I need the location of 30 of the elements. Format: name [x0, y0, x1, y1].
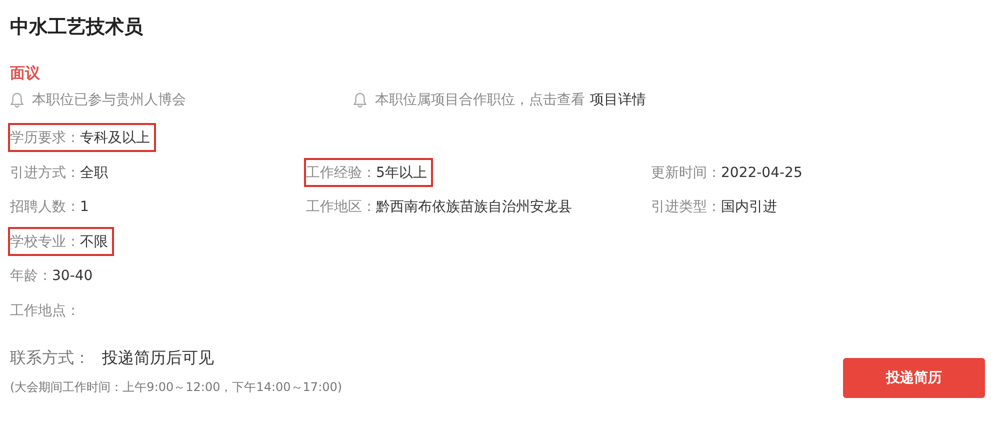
field-label: 工作地区：	[306, 198, 376, 216]
field-label: 更新时间：	[651, 164, 721, 182]
field-label: 引进类型：	[651, 198, 721, 216]
field-value: 2022-04-25	[721, 164, 802, 180]
field-value: 全职	[80, 164, 108, 182]
field-value: 黔西南布依族苗族自治州安龙县	[376, 198, 572, 216]
field-label: 学历要求：	[10, 129, 80, 147]
field-label: 工作地点：	[10, 302, 80, 320]
project-details-link[interactable]: 项目详情	[590, 91, 646, 109]
apply-button[interactable]: 投递简历	[843, 358, 985, 398]
field-value: 国内引进	[721, 198, 777, 216]
field-label: 学校专业：	[10, 232, 80, 250]
field-label: 年龄：	[10, 267, 52, 285]
field-value: 不限	[80, 232, 108, 250]
contact-value: 投递简历后可见	[102, 348, 214, 367]
salary: 面议	[10, 64, 41, 83]
field-value: 1	[80, 199, 89, 215]
notice-text: 本职位已参与贵州人博会	[32, 91, 186, 109]
field-value: 专科及以上	[80, 129, 150, 147]
field-label: 招聘人数：	[10, 198, 80, 216]
working-hours: (大会期间工作时间：上午9:00～12:00，下午14:00～17:00)	[10, 379, 342, 396]
bell-icon	[353, 92, 367, 108]
field-label: 引进方式：	[10, 164, 80, 182]
field-value: 5年以上	[376, 164, 427, 182]
job-title: 中水工艺技术员	[10, 15, 144, 40]
contact-label: 联系方式：	[10, 348, 90, 367]
field-value: 30-40	[52, 268, 93, 284]
notice-text: 本职位属项目合作职位，点击查看	[375, 91, 585, 109]
field-label: 工作经验：	[306, 164, 376, 182]
bell-icon	[10, 92, 24, 108]
